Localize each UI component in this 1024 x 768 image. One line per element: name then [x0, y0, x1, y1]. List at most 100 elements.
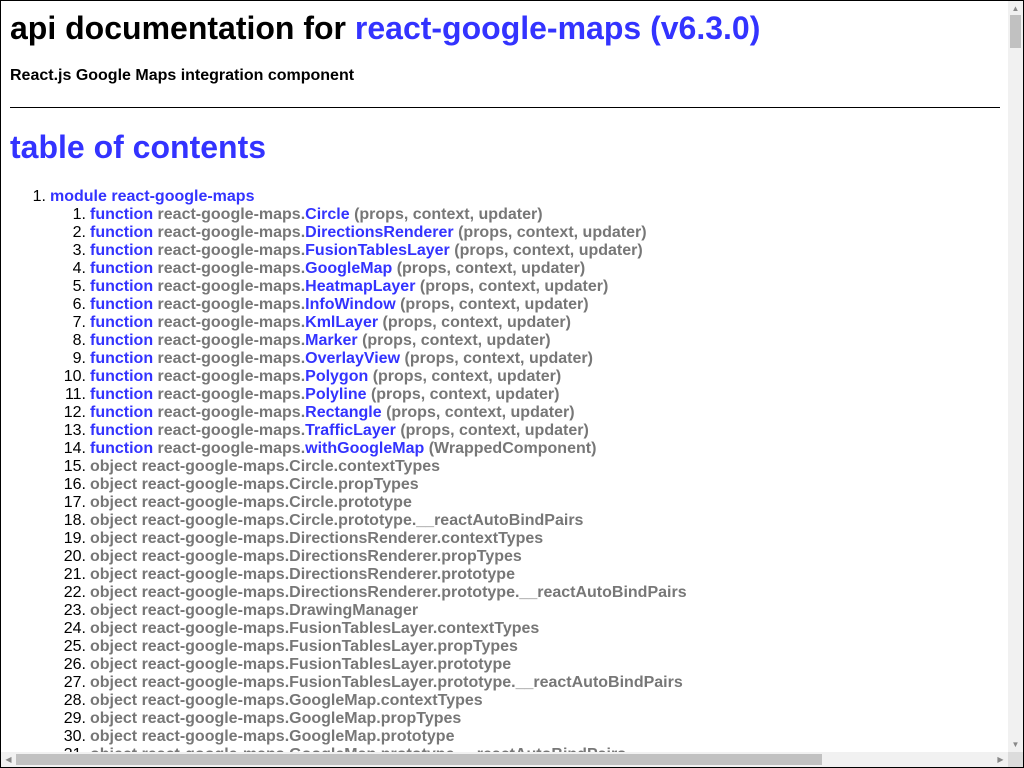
object-link[interactable]: object react-google-maps.FusionTablesLay…: [90, 674, 683, 692]
namespace-text: react-google-maps.: [157, 296, 306, 313]
divider: [10, 107, 1000, 108]
function-name-link[interactable]: Rectangle: [305, 404, 381, 421]
function-keyword-link[interactable]: function: [90, 368, 153, 385]
namespace-text: react-google-maps.: [157, 224, 306, 241]
function-args: (props, context, updater): [404, 350, 593, 367]
object-link[interactable]: object react-google-maps.DirectionsRende…: [90, 548, 522, 566]
function-keyword-link[interactable]: function: [90, 332, 153, 349]
function-entry: function react-google-maps.InfoWindow (p…: [90, 296, 589, 314]
function-args: (props, context, updater): [370, 386, 560, 403]
function-args: (props, context, updater): [386, 404, 575, 421]
list-number: 15.: [63, 458, 86, 475]
namespace-text: react-google-maps.: [157, 404, 306, 421]
function-name-link[interactable]: DirectionsRenderer: [305, 224, 454, 241]
function-name-link[interactable]: Circle: [305, 206, 349, 223]
list-number: 27.: [63, 674, 86, 691]
function-keyword-link[interactable]: function: [90, 242, 153, 259]
function-args: (props, context, updater): [362, 332, 551, 349]
function-entry: function react-google-maps.FusionTablesL…: [90, 242, 643, 260]
namespace-text: react-google-maps.: [157, 440, 306, 457]
package-link[interactable]: react-google-maps (v6.3.0): [355, 10, 760, 46]
object-link[interactable]: object react-google-maps.Circle.prototyp…: [90, 512, 583, 530]
title-prefix: api documentation for: [10, 10, 355, 46]
list-number: 24.: [63, 620, 86, 637]
function-args: (props, context, updater): [458, 224, 647, 241]
function-name-link[interactable]: withGoogleMap: [305, 440, 424, 457]
vertical-scrollbar[interactable]: ▲ ▼: [1008, 1, 1023, 752]
function-keyword-link[interactable]: function: [90, 386, 153, 403]
namespace-text: react-google-maps.: [157, 278, 306, 295]
function-entry: function react-google-maps.Rectangle (pr…: [90, 404, 575, 422]
function-name-link[interactable]: Polygon: [305, 368, 368, 385]
function-keyword-link[interactable]: function: [90, 296, 153, 313]
function-name-link[interactable]: Polyline: [305, 386, 366, 403]
function-entry: function react-google-maps.GoogleMap (pr…: [90, 260, 585, 278]
function-keyword-link[interactable]: function: [90, 404, 153, 421]
list-number: 12.: [63, 404, 86, 421]
function-keyword-link[interactable]: function: [90, 422, 153, 439]
function-entry: function react-google-maps.TrafficLayer …: [90, 422, 589, 440]
horizontal-scrollbar[interactable]: ◀ ▶: [1, 752, 1008, 767]
scroll-down-arrow-icon[interactable]: ▼: [1008, 737, 1023, 752]
object-link[interactable]: object react-google-maps.GoogleMap.conte…: [90, 692, 483, 710]
page-content: api documentation for react-google-maps …: [1, 1, 1008, 752]
object-link[interactable]: object react-google-maps.DirectionsRende…: [90, 584, 687, 602]
object-link[interactable]: object react-google-maps.Circle.prototyp…: [90, 494, 412, 512]
object-link[interactable]: object react-google-maps.Circle.contextT…: [90, 458, 440, 476]
function-entry: function react-google-maps.Polygon (prop…: [90, 368, 561, 386]
list-number: 14.: [63, 440, 86, 457]
list-number: 11.: [64, 386, 86, 403]
function-entry: function react-google-maps.withGoogleMap…: [90, 440, 596, 458]
module-link[interactable]: module react-google-maps: [50, 188, 254, 206]
function-args: (WrappedComponent): [428, 440, 597, 457]
browser-viewport: api documentation for react-google-maps …: [0, 0, 1024, 768]
function-name-link[interactable]: GoogleMap: [305, 260, 392, 277]
function-name-link[interactable]: InfoWindow: [305, 296, 396, 313]
list-number: 8.: [72, 332, 86, 349]
function-args: (props, context, updater): [419, 278, 609, 295]
function-name-link[interactable]: Marker: [305, 332, 357, 349]
function-keyword-link[interactable]: function: [90, 278, 153, 295]
function-name-link[interactable]: KmlLayer: [305, 314, 378, 331]
object-link[interactable]: object react-google-maps.GoogleMap.propT…: [90, 710, 461, 728]
object-link[interactable]: object react-google-maps.FusionTablesLay…: [90, 638, 518, 656]
object-link[interactable]: object react-google-maps.DrawingManager: [90, 602, 418, 620]
function-args: (props, context, updater): [400, 422, 589, 439]
object-link[interactable]: object react-google-maps.FusionTablesLay…: [90, 656, 511, 674]
function-keyword-link[interactable]: function: [90, 440, 153, 457]
function-args: (props, context, updater): [354, 206, 543, 223]
scroll-right-arrow-icon[interactable]: ▶: [993, 752, 1008, 767]
horizontal-scroll-thumb[interactable]: [16, 754, 822, 765]
function-name-link[interactable]: FusionTablesLayer: [305, 242, 450, 259]
object-link[interactable]: object react-google-maps.GoogleMap.proto…: [90, 728, 454, 746]
object-link[interactable]: object react-google-maps.Circle.propType…: [90, 476, 419, 494]
list-number: 3.: [72, 242, 86, 259]
list-number: 23.: [63, 602, 86, 619]
toc-heading[interactable]: table of contents: [10, 129, 266, 166]
namespace-text: react-google-maps.: [157, 332, 306, 349]
list-number: 1.: [32, 188, 46, 205]
function-keyword-link[interactable]: function: [90, 350, 153, 367]
function-args: (props, context, updater): [382, 314, 571, 331]
function-keyword-link[interactable]: function: [90, 314, 153, 331]
package-description: React.js Google Maps integration compone…: [10, 67, 355, 84]
namespace-text: react-google-maps.: [157, 350, 306, 367]
list-number: 1.: [72, 206, 86, 223]
scroll-left-arrow-icon[interactable]: ◀: [1, 752, 16, 767]
function-name-link[interactable]: HeatmapLayer: [305, 278, 415, 295]
object-link[interactable]: object react-google-maps.DirectionsRende…: [90, 530, 543, 548]
scroll-up-arrow-icon[interactable]: ▲: [1008, 1, 1023, 16]
vertical-scroll-thumb[interactable]: [1010, 15, 1021, 48]
list-number: 30.: [63, 728, 86, 745]
function-keyword-link[interactable]: function: [90, 260, 153, 277]
object-link[interactable]: object react-google-maps.DirectionsRende…: [90, 566, 515, 584]
function-keyword-link[interactable]: function: [90, 206, 153, 223]
list-number: 29.: [63, 710, 86, 727]
object-link[interactable]: object react-google-maps.FusionTablesLay…: [90, 620, 539, 638]
namespace-text: react-google-maps.: [157, 314, 306, 331]
function-name-link[interactable]: OverlayView: [305, 350, 400, 367]
function-entry: function react-google-maps.DirectionsRen…: [90, 224, 647, 242]
function-name-link[interactable]: TrafficLayer: [305, 422, 396, 439]
function-keyword-link[interactable]: function: [90, 224, 153, 241]
namespace-text: react-google-maps.: [157, 242, 306, 259]
